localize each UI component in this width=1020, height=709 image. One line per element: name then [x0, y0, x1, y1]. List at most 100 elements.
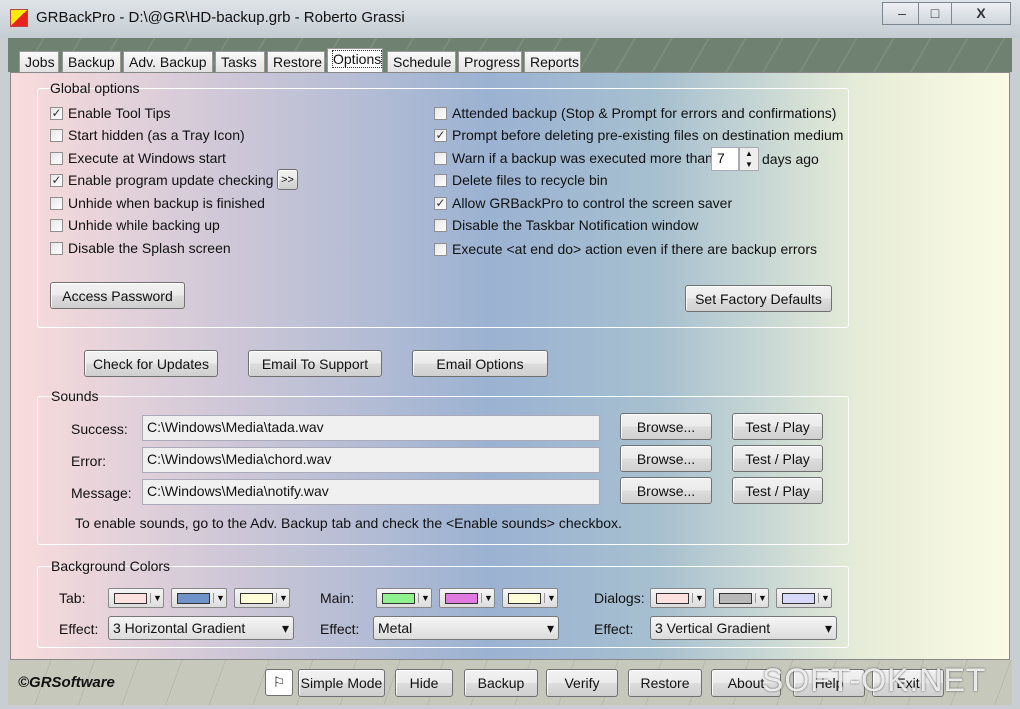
maximize-button[interactable]: □ — [918, 2, 952, 25]
color-picker[interactable]: ▼ — [650, 588, 706, 608]
sounds-label: Sounds — [51, 388, 99, 404]
option-checkbox[interactable]: ✓ Enable Tool Tips — [50, 105, 170, 121]
test-play-button[interactable]: Test / Play — [732, 477, 823, 504]
app-icon — [10, 9, 28, 27]
checkbox[interactable]: ✓ — [50, 173, 63, 187]
sound-path-input[interactable]: C:\Windows\Media\tada.wav — [142, 415, 600, 441]
option-label: Allow GRBackPro to control the screen sa… — [452, 195, 733, 211]
checkbox[interactable] — [50, 196, 63, 210]
tab-label: Adv. Backup — [129, 54, 207, 70]
warn-days-input[interactable]: 7 — [711, 147, 739, 171]
tab-effect-select[interactable]: 3 Horizontal Gradient ▾ — [108, 616, 294, 640]
option-checkbox[interactable]: ✓ Allow GRBackPro to control the screen s… — [434, 195, 732, 211]
color-picker[interactable]: ▼ — [234, 588, 290, 608]
option-checkbox[interactable]: Execute <at end do> action even if there… — [434, 241, 817, 257]
brand-label: ©GRSoftware — [18, 674, 115, 691]
checkbox[interactable] — [50, 128, 63, 142]
option-checkbox[interactable]: ✓ Prompt before deleting pre-existing fil… — [434, 127, 843, 143]
option-checkbox[interactable]: Warn if a backup was executed more than — [434, 150, 713, 166]
checkbox[interactable] — [50, 151, 63, 165]
option-label: Attended backup (Stop & Prompt for error… — [452, 105, 837, 121]
tab-label: Jobs — [25, 54, 55, 70]
hide-button[interactable]: Hide — [395, 669, 453, 697]
option-checkbox[interactable]: ✓ Enable program update checking — [50, 172, 273, 188]
minimize-button[interactable]: – — [882, 2, 922, 25]
checkbox[interactable]: ✓ — [50, 106, 63, 120]
color-picker[interactable]: ▼ — [439, 588, 495, 608]
option-checkbox[interactable]: Start hidden (as a Tray Icon) — [50, 127, 245, 143]
main-effect-value: Metal — [378, 620, 413, 636]
test-play-button[interactable]: Test / Play — [732, 413, 823, 440]
option-checkbox[interactable]: Unhide when backup is finished — [50, 195, 265, 211]
color-picker[interactable]: ▼ — [502, 588, 558, 608]
verify-button[interactable]: Verify — [546, 669, 618, 697]
chevron-down-icon: ▼ — [818, 593, 830, 603]
warn-days-spinner[interactable]: ▲ ▼ — [739, 147, 759, 171]
sound-label: Error: — [71, 453, 106, 469]
option-checkbox[interactable]: Disable the Taskbar Notification window — [434, 217, 698, 233]
set-factory-defaults-button[interactable]: Set Factory Defaults — [685, 285, 832, 312]
chevron-down-icon: ▾ — [281, 620, 289, 636]
tab-options[interactable]: Options — [327, 48, 383, 73]
update-settings-button[interactable]: >> — [277, 169, 298, 190]
option-checkbox[interactable]: Disable the Splash screen — [50, 240, 231, 256]
chevron-down-icon: ▼ — [276, 593, 288, 603]
tab-restore[interactable]: Restore — [267, 51, 325, 72]
color-picker[interactable]: ▼ — [108, 588, 164, 608]
color-swatch — [382, 592, 415, 604]
dialog-effect-select[interactable]: 3 Vertical Gradient ▾ — [650, 616, 837, 640]
window-title: GRBackPro - D:\@GR\HD-backup.grb - Rober… — [36, 9, 405, 26]
browse-button[interactable]: Browse... — [620, 445, 712, 472]
color-swatch — [656, 592, 689, 604]
checkbox[interactable]: ✓ — [434, 196, 447, 210]
checkbox[interactable] — [434, 242, 447, 256]
checkbox[interactable] — [434, 173, 447, 187]
option-checkbox[interactable]: Attended backup (Stop & Prompt for error… — [434, 105, 836, 121]
tab-schedule[interactable]: Schedule — [387, 51, 456, 72]
tab-progress[interactable]: Progress — [458, 51, 522, 72]
color-picker[interactable]: ▼ — [171, 588, 227, 608]
browse-button[interactable]: Browse... — [620, 413, 712, 440]
tab-tasks[interactable]: Tasks — [215, 51, 265, 72]
restore-button[interactable]: Restore — [628, 669, 702, 697]
checkbox[interactable] — [434, 218, 447, 232]
sounds-note: To enable sounds, go to the Adv. Backup … — [75, 515, 622, 531]
flag-icon[interactable]: ⚐ — [265, 669, 293, 696]
access-password-button[interactable]: Access Password — [50, 282, 185, 309]
tab-adv-backup[interactable]: Adv. Backup — [123, 51, 213, 72]
main-effect-select[interactable]: Metal ▾ — [373, 616, 559, 640]
option-checkbox[interactable]: Delete files to recycle bin — [434, 172, 608, 188]
option-label: Enable Tool Tips — [68, 105, 171, 121]
check-for-updates-button[interactable]: Check for Updates — [84, 350, 218, 377]
color-picker[interactable]: ▼ — [376, 588, 432, 608]
tab-jobs[interactable]: Jobs — [19, 51, 59, 72]
checkbox[interactable] — [434, 151, 447, 165]
checkbox[interactable]: ✓ — [434, 128, 447, 142]
color-picker[interactable]: ▼ — [776, 588, 832, 608]
checkbox[interactable] — [50, 218, 63, 232]
checkbox[interactable] — [50, 241, 63, 255]
simple-mode-button[interactable]: Simple Mode — [298, 669, 385, 697]
background-colors-label: Background Colors — [51, 558, 171, 574]
option-checkbox[interactable]: Execute at Windows start — [50, 150, 226, 166]
sound-label: Success: — [71, 421, 128, 437]
browse-button[interactable]: Browse... — [620, 477, 712, 504]
backup-button[interactable]: Backup — [464, 669, 538, 697]
tab-reports[interactable]: Reports — [524, 51, 581, 72]
color-picker[interactable]: ▼ — [713, 588, 769, 608]
option-checkbox[interactable]: Unhide while backing up — [50, 217, 220, 233]
close-button[interactable]: X — [951, 2, 1011, 25]
sound-path-input[interactable]: C:\Windows\Media\notify.wav — [142, 479, 600, 505]
option-label: Enable program update checking — [68, 172, 274, 188]
email-options-button[interactable]: Email Options — [412, 350, 548, 377]
option-label: Delete files to recycle bin — [452, 172, 608, 188]
tab-backup[interactable]: Backup — [62, 51, 121, 72]
tab-label: Progress — [464, 54, 521, 70]
watermark: SOFT-OK.NET — [762, 662, 987, 698]
email-to-support-button[interactable]: Email To Support — [248, 350, 382, 377]
tab-effect-value: 3 Horizontal Gradient — [113, 620, 246, 636]
test-play-button[interactable]: Test / Play — [732, 445, 823, 472]
color-swatch — [114, 592, 147, 604]
sound-path-input[interactable]: C:\Windows\Media\chord.wav — [142, 447, 600, 473]
checkbox[interactable] — [434, 106, 447, 120]
